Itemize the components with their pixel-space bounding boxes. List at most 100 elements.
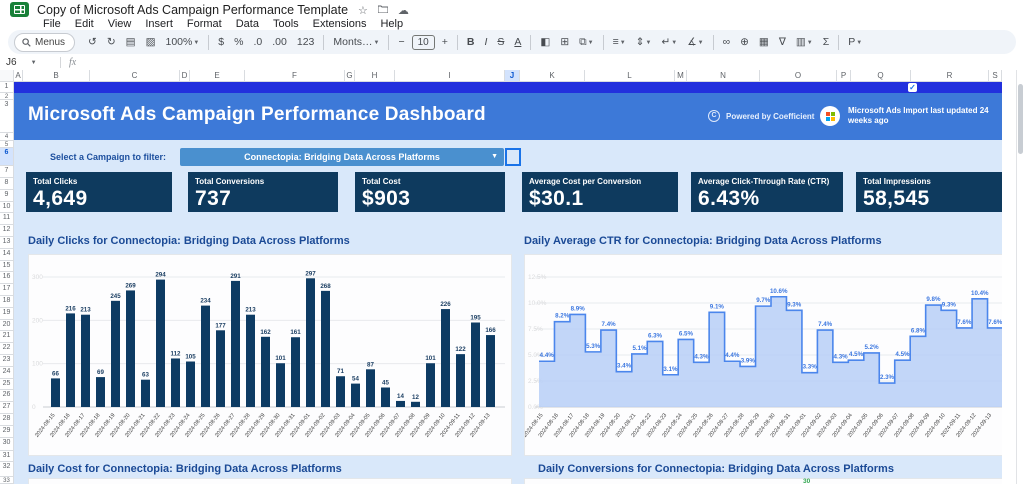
- column-header-E[interactable]: E: [190, 70, 245, 82]
- column-header-R[interactable]: R: [911, 70, 989, 82]
- column-header-P[interactable]: P: [837, 70, 851, 82]
- borders-icon[interactable]: ⊞: [555, 31, 574, 53]
- horizontal-align-icon[interactable]: ≡▼: [608, 31, 631, 54]
- paint-format-icon[interactable]: ▨: [141, 31, 161, 53]
- decrease-decimal-icon[interactable]: .0: [248, 31, 267, 53]
- row-header-30[interactable]: 30: [0, 437, 14, 451]
- kpi-card-0[interactable]: Total Clicks 4,649: [26, 172, 172, 212]
- column-header-I[interactable]: I: [395, 70, 505, 82]
- functions-icon[interactable]: Σ: [818, 31, 835, 53]
- row-header-7[interactable]: 7: [0, 166, 14, 178]
- menu-view[interactable]: View: [101, 18, 139, 30]
- kpi-card-5[interactable]: Total Impressions 58,545: [856, 172, 1002, 212]
- row-header-12[interactable]: 12: [0, 225, 14, 237]
- row-header-18[interactable]: 18: [0, 295, 14, 308]
- scrollbar-thumb[interactable]: [1018, 84, 1023, 154]
- kpi-card-3[interactable]: Average Cost per Conversion $30.1: [522, 172, 678, 212]
- daily-conversions-chart-partial[interactable]: [524, 478, 1002, 484]
- row-header-10[interactable]: 10: [0, 201, 14, 214]
- column-header-C[interactable]: C: [90, 70, 180, 82]
- row-header-13[interactable]: 13: [0, 236, 14, 249]
- row-header-32[interactable]: 32: [0, 461, 14, 477]
- menu-tools[interactable]: Tools: [266, 18, 306, 30]
- column-header-K[interactable]: K: [520, 70, 585, 82]
- select-all-corner[interactable]: [0, 70, 14, 82]
- row-header-31[interactable]: 31: [0, 450, 14, 462]
- column-header-N[interactable]: N: [687, 70, 760, 82]
- column-header-G[interactable]: G: [345, 70, 355, 82]
- text-wrap-icon[interactable]: ↵▼: [656, 31, 682, 54]
- menu-data[interactable]: Data: [229, 18, 266, 30]
- daily-ctr-chart[interactable]: 0.0% 2.5% 5.0% 7.5% 10.0% 12.5% 4.4% 8.2% 8.9% 5.…: [522, 254, 1002, 456]
- strikethrough-icon[interactable]: S: [492, 31, 509, 53]
- row-header-17[interactable]: 17: [0, 284, 14, 296]
- row-header-4[interactable]: 4: [0, 133, 14, 141]
- sheet-canvas[interactable]: ✓ Microsoft Ads Campaign Performance Das…: [14, 82, 1002, 484]
- row-header-1[interactable]: 1: [0, 82, 14, 93]
- row-header-28[interactable]: 28: [0, 413, 14, 426]
- row-header-27[interactable]: 27: [0, 402, 14, 414]
- row-header-25[interactable]: 25: [0, 378, 14, 391]
- zoom-select[interactable]: 100%▼: [160, 31, 204, 54]
- daily-clicks-chart[interactable]: 0 100 200 300 66 216 213 69 245 269 63 294 112 105 234…: [28, 254, 512, 456]
- campaign-filter-dropdown[interactable]: Connectopia: Bridging Data Across Platfo…: [180, 148, 504, 166]
- row-header-9[interactable]: 9: [0, 189, 14, 202]
- name-box[interactable]: J6 ▼: [0, 57, 58, 68]
- row-header-33[interactable]: 33: [0, 476, 14, 484]
- column-header-J[interactable]: J: [505, 70, 520, 82]
- row-header-11[interactable]: 11: [0, 213, 14, 226]
- menu-file[interactable]: File: [36, 18, 68, 30]
- kpi-card-4[interactable]: Average Click-Through Rate (CTR) 6.43%: [691, 172, 843, 212]
- bold-icon[interactable]: B: [462, 31, 480, 53]
- menu-insert[interactable]: Insert: [138, 18, 180, 30]
- merge-cells-icon[interactable]: ⧉▼: [574, 31, 598, 54]
- create-filter-icon[interactable]: ∇: [774, 31, 791, 53]
- cloud-saved-icon[interactable]: ☁: [398, 4, 409, 17]
- row-header-26[interactable]: 26: [0, 390, 14, 403]
- row-header-29[interactable]: 29: [0, 425, 14, 438]
- row-header-2[interactable]: 2: [0, 93, 14, 100]
- kpi-card-2[interactable]: Total Cost $903: [355, 172, 505, 212]
- sheets-logo[interactable]: [10, 2, 29, 17]
- insert-link-icon[interactable]: ∞: [718, 31, 736, 53]
- text-color-icon[interactable]: A: [509, 31, 526, 53]
- column-header-H[interactable]: H: [355, 70, 395, 82]
- row-header-20[interactable]: 20: [0, 319, 14, 332]
- increase-decimal-icon[interactable]: .00: [267, 31, 292, 53]
- kpi-card-1[interactable]: Total Conversions 737: [188, 172, 338, 212]
- column-header-O[interactable]: O: [760, 70, 837, 82]
- font-size-input[interactable]: 10: [411, 34, 435, 50]
- decrease-font-size-icon[interactable]: −: [393, 31, 409, 53]
- fill-color-icon[interactable]: ◧: [535, 31, 555, 53]
- insert-chart-icon[interactable]: ▦: [754, 31, 774, 53]
- move-folder-icon[interactable]: [377, 4, 389, 16]
- italic-icon[interactable]: I: [479, 31, 492, 53]
- print-icon[interactable]: ▤: [121, 31, 141, 53]
- column-header-B[interactable]: B: [23, 70, 90, 82]
- font-family-select[interactable]: Monts…▼: [328, 31, 384, 54]
- row-header-21[interactable]: 21: [0, 331, 14, 344]
- menu-extensions[interactable]: Extensions: [306, 18, 374, 30]
- menus-search-button[interactable]: Menus: [14, 32, 76, 52]
- increase-font-size-icon[interactable]: +: [437, 31, 453, 53]
- column-header-Q[interactable]: Q: [851, 70, 911, 82]
- row-header-5[interactable]: 5: [0, 141, 14, 148]
- undo-icon[interactable]: ↺: [83, 31, 102, 53]
- addon-icon[interactable]: P▼: [843, 31, 867, 54]
- format-currency-icon[interactable]: $: [213, 31, 229, 53]
- row-header-19[interactable]: 19: [0, 307, 14, 320]
- format-percent-icon[interactable]: %: [229, 31, 248, 53]
- column-header-F[interactable]: F: [245, 70, 345, 82]
- menu-help[interactable]: Help: [373, 18, 410, 30]
- daily-cost-chart-partial[interactable]: [28, 478, 512, 484]
- vertical-scrollbar[interactable]: [1016, 70, 1024, 484]
- document-title[interactable]: Copy of Microsoft Ads Campaign Performan…: [37, 3, 348, 17]
- column-header-L[interactable]: L: [585, 70, 675, 82]
- row-header-24[interactable]: 24: [0, 366, 14, 379]
- checkbox-checked[interactable]: ✓: [908, 83, 917, 92]
- more-formats-icon[interactable]: 123: [292, 31, 320, 53]
- row-header-14[interactable]: 14: [0, 248, 14, 261]
- menu-edit[interactable]: Edit: [68, 18, 101, 30]
- row-header-23[interactable]: 23: [0, 354, 14, 367]
- text-rotation-icon[interactable]: ∡▼: [682, 31, 708, 54]
